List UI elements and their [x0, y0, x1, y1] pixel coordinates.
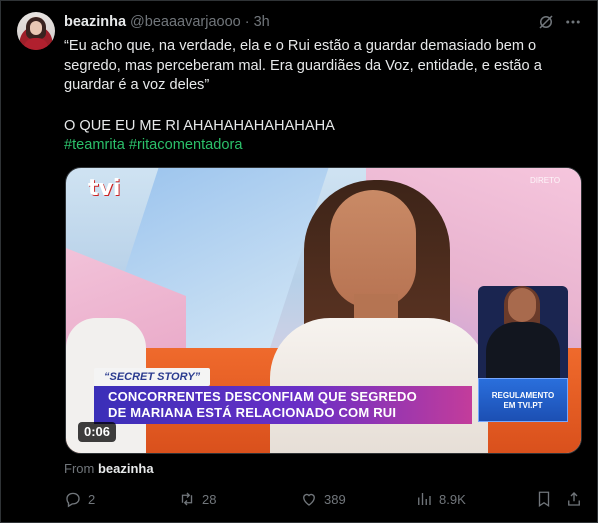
presenter-face	[330, 190, 416, 308]
more-icon[interactable]	[564, 13, 582, 31]
bookmark-icon	[538, 491, 550, 508]
retweet-button[interactable]: 28	[178, 489, 216, 509]
reply-button[interactable]: 2	[64, 489, 95, 509]
tweet-laugh-line: O QUE EU ME RI AHAHAHAHAHAHAHA	[64, 118, 335, 134]
live-badge: DIRETO	[530, 176, 561, 185]
like-button[interactable]: 389	[300, 489, 346, 509]
regulation-line-2: EM TVI.PT	[503, 401, 543, 410]
grok-icon[interactable]	[537, 13, 555, 31]
action-bar: 2 28 389 8.9K	[64, 489, 584, 509]
reply-count: 2	[88, 491, 96, 507]
views-icon	[418, 493, 431, 505]
regulation-line-1: REGULAMENTO	[491, 391, 555, 400]
heart-icon	[303, 493, 315, 506]
sign-language-interpreter	[478, 286, 568, 380]
from-attribution: From beazinha	[64, 461, 154, 476]
reply-icon	[66, 492, 80, 508]
tweet-text: “Eu acho que, na verdade, ela e o Rui es…	[64, 37, 584, 96]
retweet-count: 28	[202, 491, 217, 507]
tweet-quote: “Eu acho que, na verdade, ela e o Rui es…	[64, 38, 542, 93]
share-icon	[568, 492, 580, 506]
author-handle[interactable]: @beaaavarjaooo	[130, 14, 241, 30]
regulation-box: REGULAMENTO EM TVI.PT	[478, 378, 568, 422]
tweet-card[interactable]: beazinha @beaaavarjaooo · 3h “Eu acho qu…	[0, 0, 598, 523]
headline-line-2: DE MARIANA ESTÁ RELACIONADO COM RUI	[108, 405, 397, 420]
hashtag-ritacomentadora[interactable]: #ritacomentadora	[129, 137, 243, 153]
hashtag-teamrita[interactable]: #teamrita	[64, 137, 125, 153]
headline-line-1: CONCORRENTES DESCONFIAM QUE SEGREDO	[108, 389, 417, 404]
video-duration: 0:06	[78, 422, 117, 442]
from-prefix: From	[64, 461, 95, 476]
video-player[interactable]: tvi DIRETO REGULAMENTO EM TVI.PT “SECRET…	[65, 167, 582, 454]
bookmark-button[interactable]	[535, 489, 553, 509]
views-count: 8.9K	[439, 491, 466, 507]
channel-logo: tvi	[88, 176, 121, 201]
author-name[interactable]: beazinha	[64, 14, 126, 30]
hashtags: #teamrita #ritacomentadora	[64, 136, 242, 156]
headline-banner: CONCORRENTES DESCONFIAM QUE SEGREDO DE M…	[94, 386, 472, 424]
post-time[interactable]: 3h	[254, 14, 270, 30]
share-button[interactable]	[565, 489, 583, 509]
separator-dot: ·	[244, 14, 250, 30]
avatar[interactable]	[17, 12, 55, 50]
show-tag: “SECRET STORY”	[94, 368, 211, 386]
retweet-icon	[181, 492, 193, 506]
tweet-header: beazinha @beaaavarjaooo · 3h	[64, 13, 270, 31]
views-button[interactable]: 8.9K	[415, 489, 466, 509]
from-user[interactable]: beazinha	[98, 461, 154, 476]
like-count: 389	[324, 491, 346, 507]
